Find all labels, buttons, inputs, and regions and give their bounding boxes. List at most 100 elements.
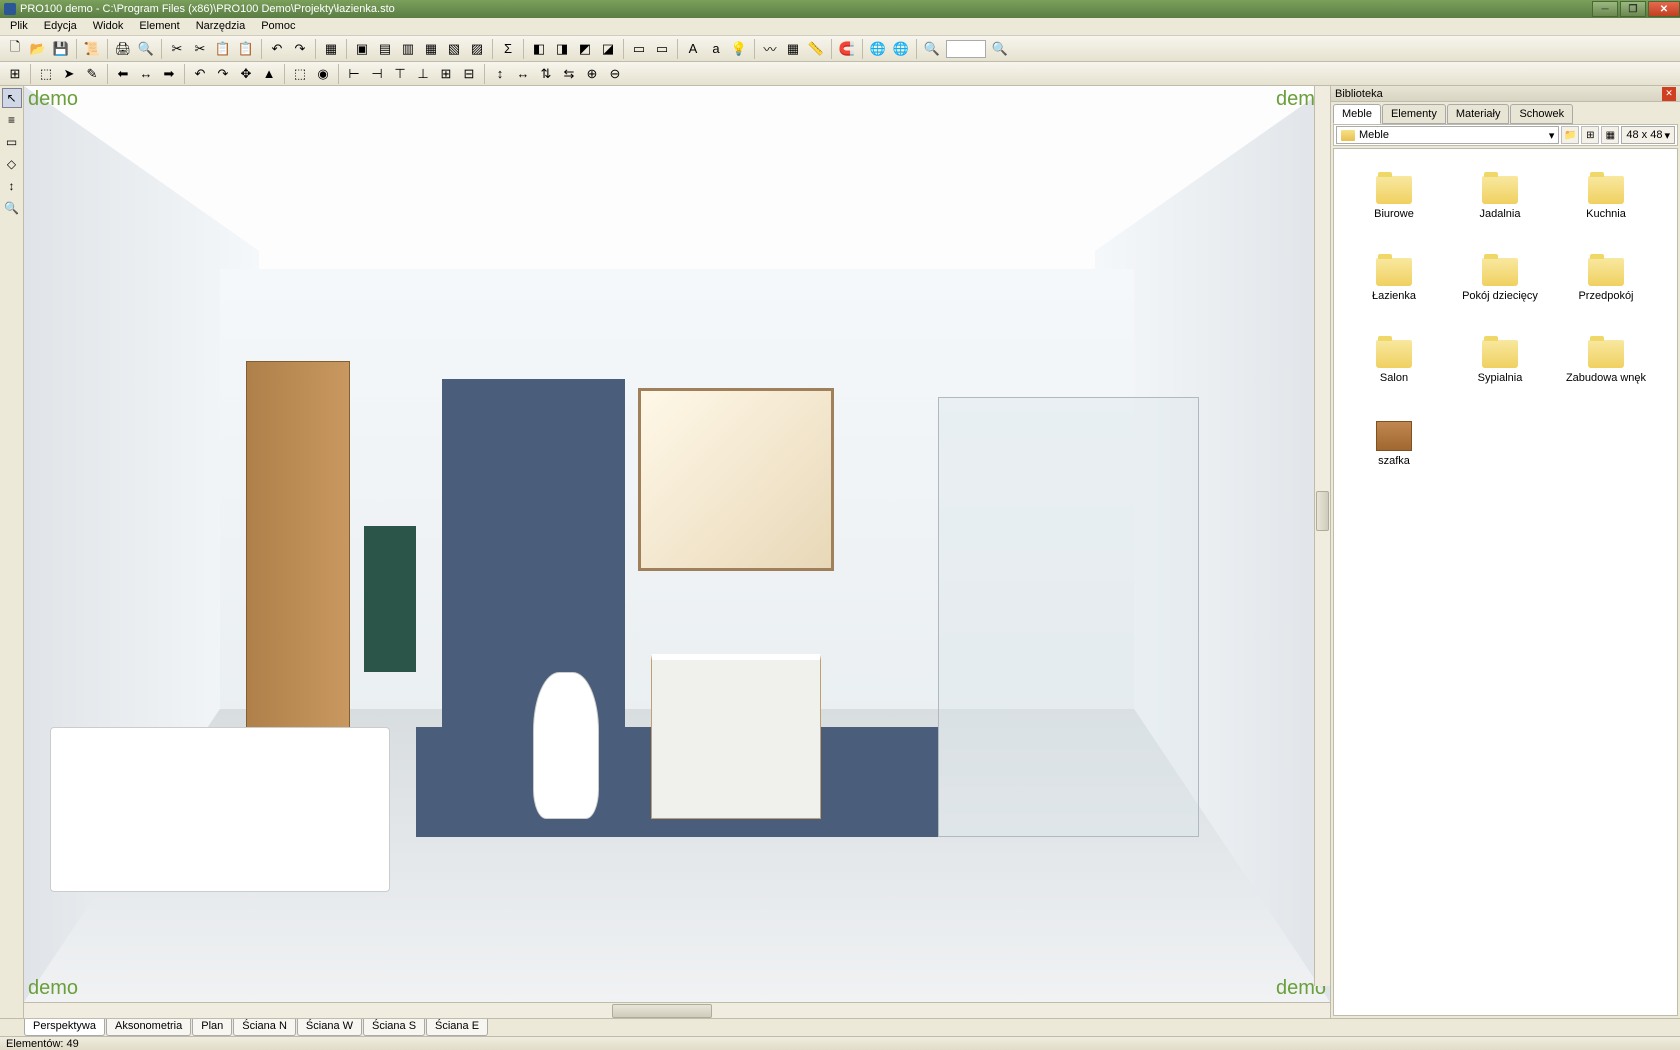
dist-e-icon[interactable]: ⊕ (581, 63, 603, 85)
shape-tool-icon[interactable]: ◇ (2, 154, 22, 174)
tab-meble[interactable]: Meble (1333, 104, 1381, 124)
light-icon[interactable]: 💡 (728, 38, 750, 60)
target-icon[interactable]: ◉ (312, 63, 334, 85)
delete-icon[interactable]: ✂ (166, 38, 188, 60)
vertical-scrollbar[interactable] (1314, 86, 1330, 986)
cursor-tool-icon[interactable]: ↖ (2, 88, 22, 108)
up-folder-icon[interactable]: 📁 (1561, 126, 1579, 144)
view-tab-0[interactable]: Perspektywa (24, 1019, 105, 1036)
library-path-dropdown[interactable]: Meble ▾ (1336, 126, 1559, 144)
menu-element[interactable]: Element (131, 18, 187, 35)
horizontal-scrollbar[interactable] (24, 1002, 1330, 1018)
scroll-thumb-h[interactable] (612, 1004, 712, 1018)
library-item-zabudowa-wnęk[interactable]: Zabudowa wnęk (1556, 323, 1656, 401)
menu-widok[interactable]: Widok (85, 18, 132, 35)
dim-c-icon[interactable]: ⊤ (389, 63, 411, 85)
line-tool-icon[interactable]: ≡ (2, 110, 22, 130)
edit-icon[interactable]: ✎ (81, 63, 103, 85)
dist-f-icon[interactable]: ⊖ (604, 63, 626, 85)
layer-a-icon[interactable]: ▭ (628, 38, 650, 60)
layer-b-icon[interactable]: ▭ (651, 38, 673, 60)
view-f-icon[interactable]: ▨ (466, 38, 488, 60)
zoom-input[interactable] (946, 40, 986, 58)
cut-icon[interactable]: ✂ (189, 38, 211, 60)
align-left-icon[interactable]: ⬅ (112, 63, 134, 85)
dist-a-icon[interactable]: ↕ (489, 63, 511, 85)
redo-icon[interactable]: ↷ (289, 38, 311, 60)
print-icon[interactable]: 🖨 (112, 38, 134, 60)
snap-grid-icon[interactable]: ⊞ (4, 63, 26, 85)
script-icon[interactable]: 📜 (81, 38, 103, 60)
paste-icon[interactable]: 📋 (235, 38, 257, 60)
dist-b-icon[interactable]: ↔ (512, 63, 534, 85)
measure-tool-icon[interactable]: ↕ (2, 176, 22, 196)
new-file-icon[interactable]: 🗋 (4, 38, 26, 60)
dist-d-icon[interactable]: ⇆ (558, 63, 580, 85)
dim-b-icon[interactable]: ⊣ (366, 63, 388, 85)
close-button[interactable]: ✕ (1648, 1, 1680, 17)
pointer-icon[interactable]: ➤ (58, 63, 80, 85)
text-b-icon[interactable]: a (705, 38, 727, 60)
library-item-biurowe[interactable]: Biurowe (1344, 159, 1444, 237)
menu-pomoc[interactable]: Pomoc (253, 18, 303, 35)
view-tab-2[interactable]: Plan (192, 1019, 232, 1036)
globe-a-icon[interactable]: 🌐 (867, 38, 889, 60)
grid-icon[interactable]: ▦ (782, 38, 804, 60)
view-tab-5[interactable]: Ściana S (363, 1019, 425, 1036)
view-tab-6[interactable]: Ściana E (426, 1019, 488, 1036)
align-center-icon[interactable]: ↔ (135, 63, 157, 85)
rotate-right-icon[interactable]: ↷ (212, 63, 234, 85)
curve-icon[interactable]: 〰 (759, 38, 781, 60)
scroll-thumb-v[interactable] (1316, 491, 1329, 531)
tab-materialy[interactable]: Materiały (1447, 104, 1510, 124)
rect-tool-icon[interactable]: ▭ (2, 132, 22, 152)
library-item-szafka[interactable]: szafka (1344, 405, 1444, 483)
view-c-icon[interactable]: ▥ (397, 38, 419, 60)
rotate-left-icon[interactable]: ↶ (189, 63, 211, 85)
globe-b-icon[interactable]: 🌐 (890, 38, 912, 60)
align-right-icon[interactable]: ➡ (158, 63, 180, 85)
dim-f-icon[interactable]: ⊟ (458, 63, 480, 85)
dist-c-icon[interactable]: ⇅ (535, 63, 557, 85)
dim-a-icon[interactable]: ⊢ (343, 63, 365, 85)
menu-plik[interactable]: Plik (2, 18, 36, 35)
view-e-icon[interactable]: ▧ (443, 38, 465, 60)
box-a-icon[interactable]: ◧ (528, 38, 550, 60)
save-icon[interactable]: 💾 (50, 38, 72, 60)
text-a-icon[interactable]: A (682, 38, 704, 60)
library-item-salon[interactable]: Salon (1344, 323, 1444, 401)
dim-e-icon[interactable]: ⊞ (435, 63, 457, 85)
maximize-button[interactable]: ❐ (1620, 1, 1646, 17)
library-item-łazienka[interactable]: Łazienka (1344, 241, 1444, 319)
undo-icon[interactable]: ↶ (266, 38, 288, 60)
tab-elementy[interactable]: Elementy (1382, 104, 1446, 124)
view-d-icon[interactable]: ▦ (420, 38, 442, 60)
properties-icon[interactable]: ▦ (320, 38, 342, 60)
copy-icon[interactable]: 📋 (212, 38, 234, 60)
library-item-kuchnia[interactable]: Kuchnia (1556, 159, 1656, 237)
library-close-icon[interactable]: ✕ (1662, 87, 1676, 101)
view-tab-1[interactable]: Aksonometria (106, 1019, 191, 1036)
library-item-przedpokój[interactable]: Przedpokój (1556, 241, 1656, 319)
print-preview-icon[interactable]: 🔍 (135, 38, 157, 60)
library-item-jadalnia[interactable]: Jadalnia (1450, 159, 1550, 237)
mirror-h-icon[interactable]: ▲ (258, 63, 280, 85)
zoom-out-icon[interactable]: 🔍 (921, 38, 943, 60)
view-tab-3[interactable]: Ściana N (233, 1019, 296, 1036)
library-item-sypialnia[interactable]: Sypialnia (1450, 323, 1550, 401)
group-icon[interactable]: ⬚ (289, 63, 311, 85)
view-a-icon[interactable]: ▣ (351, 38, 373, 60)
menu-narzedzia[interactable]: Narzędzia (188, 18, 254, 35)
ruler-icon[interactable]: 📏 (805, 38, 827, 60)
menu-edycja[interactable]: Edycja (36, 18, 85, 35)
select-icon[interactable]: ⬚ (35, 63, 57, 85)
view-b-icon[interactable]: ▤ (374, 38, 396, 60)
minimize-button[interactable]: ─ (1592, 1, 1618, 17)
box-d-icon[interactable]: ◪ (597, 38, 619, 60)
box-b-icon[interactable]: ◨ (551, 38, 573, 60)
open-file-icon[interactable]: 📂 (27, 38, 49, 60)
thumbnail-size-selector[interactable]: 48 x 48 ▾ (1621, 126, 1675, 144)
view-tab-4[interactable]: Ściana W (297, 1019, 362, 1036)
zoom-in-icon[interactable]: 🔍 (989, 38, 1011, 60)
viewport-3d[interactable]: demo demo demo demo (24, 86, 1330, 1002)
